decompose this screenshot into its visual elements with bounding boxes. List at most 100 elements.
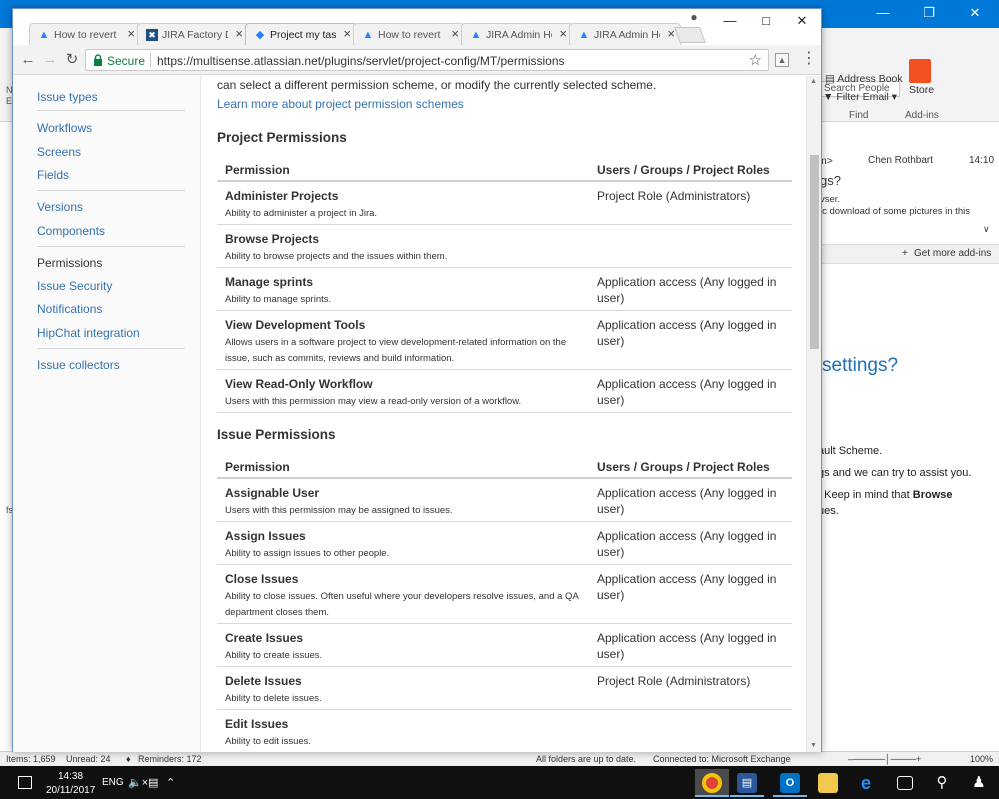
browser-tab[interactable]: ▲ How to revert × — [353, 23, 465, 45]
permission-name: Assign Issues — [225, 529, 306, 543]
get-more-addins-button[interactable]: + Get more add-ins — [822, 244, 999, 264]
extension-icon[interactable]: ▲ — [775, 53, 789, 67]
atlassian-icon: ▲ — [578, 29, 590, 41]
browser-close-button[interactable]: ✕ — [785, 11, 819, 33]
permission-name: Browse Projects — [225, 232, 320, 246]
permission-roles: Application access (Any logged in user) — [597, 275, 777, 305]
taskbar-app-chrome[interactable] — [695, 769, 729, 797]
action-center-icon[interactable] — [18, 776, 32, 789]
sidebar-item-notifications[interactable]: Notifications — [37, 302, 102, 316]
scrollbar-thumb[interactable] — [810, 155, 819, 349]
back-arrow-icon[interactable]: ← — [17, 49, 39, 71]
browser-minimize-button[interactable]: — — [713, 11, 747, 33]
permission-description: Ability to delete issues. — [225, 693, 322, 704]
outlook-close-button[interactable]: ✕ — [952, 0, 998, 28]
plus-icon: + — [902, 248, 908, 259]
sidebar-item-hipchat-integration[interactable]: HipChat integration — [37, 326, 140, 340]
sidebar-item-issue-types[interactable]: Issue types — [37, 90, 98, 104]
menu-icon[interactable]: ⋮ — [801, 50, 817, 68]
sidebar-item-versions[interactable]: Versions — [37, 200, 83, 214]
page-scrollbar[interactable]: ▲ ▼ — [806, 76, 821, 752]
status-reminders[interactable]: Reminders: 172 — [138, 754, 202, 764]
secure-label: Secure — [107, 54, 146, 68]
volume-muted-icon[interactable]: 🔈× — [128, 776, 148, 789]
language-indicator[interactable]: ENG — [102, 777, 124, 788]
address-bar[interactable]: Secure https://multisense.atlassian.net/… — [85, 49, 769, 71]
column-header-roles: Users / Groups / Project Roles — [597, 163, 770, 177]
scroll-up-icon[interactable]: ▲ — [810, 78, 817, 85]
email-body-line: ault Scheme. — [818, 445, 883, 457]
taskbar-search[interactable]: ⚲ — [925, 769, 959, 797]
new-tab-button[interactable] — [674, 27, 706, 43]
chevron-up-icon[interactable]: ⌃ — [166, 776, 175, 789]
profile-icon[interactable]: ● — [687, 10, 701, 24]
scroll-down-icon[interactable]: ▼ — [810, 742, 817, 749]
email-info-line: ic download of some pictures in this — [820, 206, 970, 217]
address-book-button[interactable]: ▤ Address Book — [825, 73, 903, 85]
sidebar-item-permissions[interactable]: Permissions — [37, 256, 102, 270]
status-connection: Connected to: Microsoft Exchange — [653, 754, 791, 764]
taskbar-app-edge[interactable]: e — [849, 769, 883, 797]
taskbar-app-file-explorer[interactable] — [811, 769, 845, 797]
sidebar-item-workflows[interactable]: Workflows — [37, 121, 92, 135]
email-time: 14:10 — [969, 155, 995, 166]
sidebar-divider — [37, 110, 185, 111]
taskbar-task-view[interactable] — [888, 769, 922, 797]
taskbar-app-news[interactable]: ▤ — [730, 769, 764, 797]
store-icon[interactable] — [909, 59, 931, 83]
bookmark-star-icon[interactable]: ☆ — [749, 51, 762, 69]
forward-arrow-icon[interactable]: → — [39, 49, 61, 71]
filter-email-button[interactable]: ▼ Filter Email ▾ — [823, 91, 897, 103]
browser-tab-active[interactable]: ◆ Project my tas × — [245, 23, 357, 46]
close-icon[interactable]: × — [343, 27, 351, 41]
clock-time[interactable]: 14:38 — [58, 771, 83, 782]
permission-roles: Application access (Any logged in user) — [597, 572, 777, 602]
store-button-label[interactable]: Store — [909, 84, 934, 96]
reload-icon[interactable]: ↻ — [61, 49, 83, 71]
table-row: Assign Issues Ability to assign issues t… — [217, 522, 792, 565]
sidebar-item-components[interactable]: Components — [37, 224, 105, 238]
zoom-slider[interactable]: –─────│────+ — [848, 754, 921, 764]
sidebar-item-issue-security[interactable]: Issue Security — [37, 279, 112, 293]
taskbar-app-outlook[interactable]: O — [773, 769, 807, 797]
browser-tab[interactable]: ▲ JIRA Admin He × — [461, 23, 573, 45]
clock-date[interactable]: 20/11/2017 — [46, 785, 95, 796]
learn-more-link[interactable]: Learn more about project permission sche… — [217, 97, 464, 111]
email-subject-fragment: gs? — [820, 173, 841, 188]
permission-name: Close Issues — [225, 572, 299, 586]
sidebar-item-fields[interactable]: Fields — [37, 168, 69, 182]
browser-tab[interactable]: ▲ JIRA Admin He × — [569, 23, 681, 45]
permission-name: Administer Projects — [225, 189, 339, 203]
network-icon[interactable]: ▤ — [148, 776, 158, 789]
taskbar-people[interactable]: ♟ — [962, 769, 996, 797]
jira-factory-icon: ✖ — [146, 29, 158, 41]
outlook-minimize-button[interactable]: — — [860, 0, 906, 28]
url-text[interactable]: https://multisense.atlassian.net/plugins… — [157, 54, 565, 68]
chevron-down-icon[interactable]: ∨ — [983, 224, 990, 235]
close-icon[interactable]: × — [451, 27, 459, 41]
browser-tab[interactable]: ✖ JIRA Factory D × — [137, 23, 249, 45]
permission-description: Ability to assign issues to other people… — [225, 548, 390, 559]
browser-tab[interactable]: ▲ How to revert × — [29, 23, 141, 45]
issue-permissions-heading: Issue Permissions — [217, 427, 336, 442]
group-label-find: Find — [849, 110, 869, 121]
permission-description: Allows users in a software project to vi… — [225, 337, 567, 364]
edge-icon: e — [860, 773, 871, 793]
email-body-line: gs and we can try to assist you. — [818, 467, 972, 479]
table-row: Browse Projects Ability to browse projec… — [217, 225, 792, 268]
table-row: Delete Issues Ability to delete issues. … — [217, 667, 792, 710]
close-icon[interactable]: × — [127, 27, 135, 41]
permission-name: View Read-Only Workflow — [225, 377, 373, 391]
table-header: Permission Users / Groups / Project Role… — [217, 155, 792, 182]
status-folders: All folders are up to date. — [536, 754, 637, 764]
browser-maximize-button[interactable]: □ — [749, 11, 783, 33]
permissions-page: can select a different permission scheme… — [217, 76, 805, 752]
close-icon[interactable]: × — [559, 27, 567, 41]
close-icon[interactable]: × — [235, 27, 243, 41]
sidebar-item-screens[interactable]: Screens — [37, 145, 81, 159]
atlassian-icon: ▲ — [362, 29, 374, 41]
sidebar-item-issue-collectors[interactable]: Issue collectors — [37, 358, 120, 372]
table-header: Permission Users / Groups / Project Role… — [217, 452, 792, 479]
outlook-restore-button[interactable]: ❐ — [906, 0, 952, 28]
permission-roles: Application access (Any logged in user) — [597, 529, 777, 559]
